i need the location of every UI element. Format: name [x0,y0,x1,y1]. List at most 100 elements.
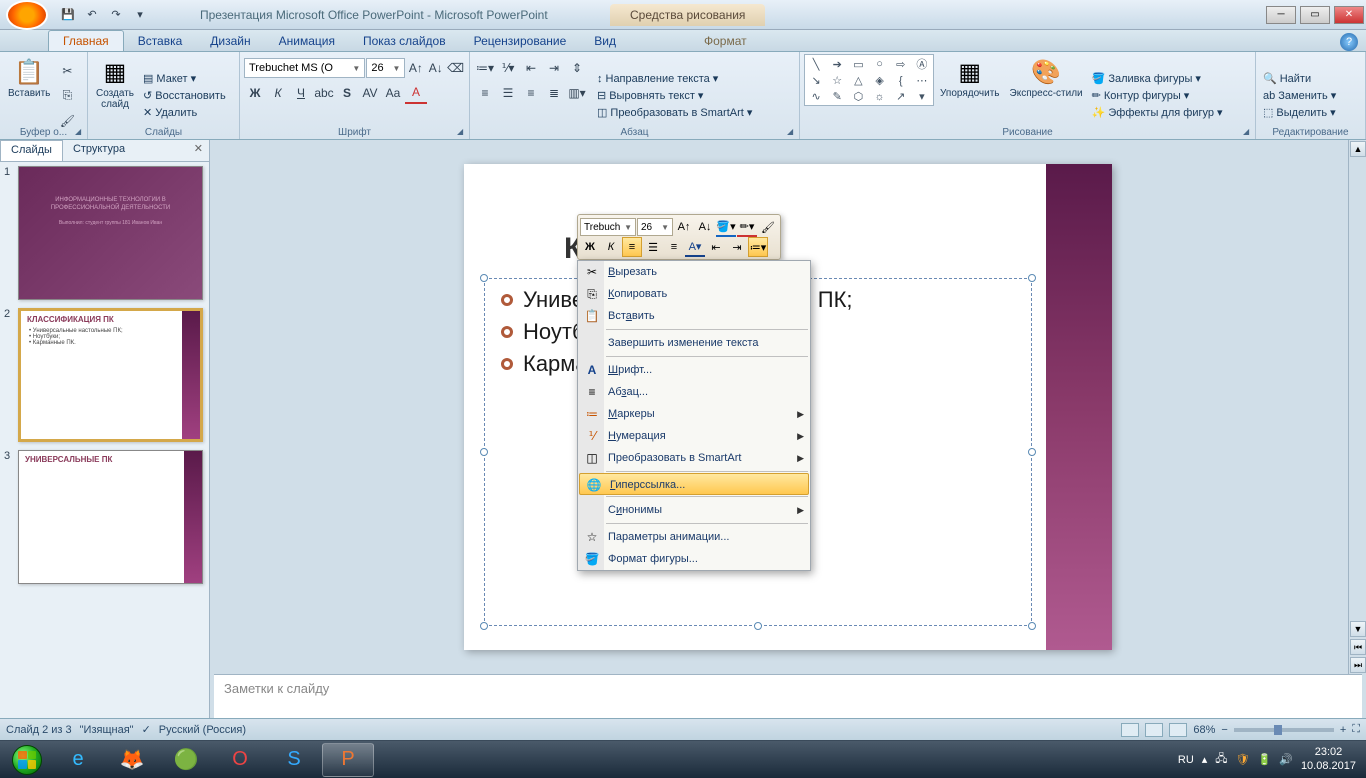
zoom-level[interactable]: 68% [1193,724,1215,736]
menu-animation[interactable]: ☆Параметры анимации... [578,526,810,548]
shape-hexagon-icon[interactable]: ⬡ [848,89,868,104]
resize-handle[interactable] [1028,274,1036,282]
mini-italic-button[interactable]: К [601,237,621,257]
delete-slide-button[interactable]: ✕Удалить [140,105,229,120]
shape-callout-icon[interactable]: ◈ [869,73,889,88]
menu-format-shape[interactable]: 🪣Формат фигуры... [578,548,810,570]
menu-end-edit[interactable]: Завершить изменение текста [578,332,810,354]
start-button[interactable] [4,743,50,777]
align-left-icon[interactable]: ≡ [474,82,496,104]
reset-button[interactable]: ↺Восстановить [140,88,229,103]
mini-fill-icon[interactable]: 🪣▾ [716,217,736,237]
menu-paragraph[interactable]: ≡Абзац... [578,381,810,403]
office-button[interactable] [6,0,48,30]
italic-button[interactable]: К [267,82,289,104]
dialog-launcher-icon[interactable]: ◢ [787,127,797,137]
tray-flag-icon[interactable]: ▴ [1202,753,1208,766]
taskbar-opera[interactable]: O [214,743,266,777]
tab-slideshow[interactable]: Показ слайдов [349,31,460,51]
bold-button[interactable]: Ж [244,82,266,104]
next-slide-icon[interactable]: ⏭ [1350,657,1366,673]
menu-cut[interactable]: ✂Вырезать [578,261,810,283]
shape-rect-icon[interactable]: ▭ [848,56,868,72]
align-center-icon[interactable]: ☰ [497,82,519,104]
dialog-launcher-icon[interactable]: ◢ [457,127,467,137]
clear-format-icon[interactable]: ⌫ [446,57,465,79]
cut-icon[interactable]: ✂ [56,60,78,82]
zoom-slider[interactable] [1234,728,1334,732]
vertical-scrollbar[interactable]: ▲ ▼ ⏮ ⏭ [1348,140,1366,674]
font-size-combo[interactable]: 26▼ [366,58,405,78]
prev-slide-icon[interactable]: ⏮ [1350,639,1366,655]
char-spacing-icon[interactable]: AV [359,82,381,104]
taskbar-ie[interactable]: e [52,743,104,777]
layout-button[interactable]: ▤Макет ▾ [140,71,229,86]
replace-button[interactable]: abЗаменить ▾ [1260,88,1361,103]
line-spacing-icon[interactable]: ⇕ [566,57,588,79]
thumbnail-3[interactable]: УНИВЕРСАЛЬНЫЕ ПК [18,450,203,584]
taskbar-skype[interactable]: S [268,743,320,777]
mini-decrease-indent-icon[interactable]: ⇤ [706,237,726,257]
thumbnail-2[interactable]: КЛАССИФИКАЦИЯ ПК • Универсальные настоль… [18,308,203,442]
shape-textbox-icon[interactable]: Ⓐ [912,56,932,72]
slide-canvas[interactable]: КИЯ ПК Универсальные настольные ПК; Ноут… [210,140,1366,674]
dialog-launcher-icon[interactable]: ◢ [75,127,85,137]
shape-freeform-icon[interactable]: ✎ [827,89,847,104]
shape-oval-icon[interactable]: ○ [869,56,889,72]
notes-pane[interactable]: Заметки к слайду [214,674,1362,718]
menu-font[interactable]: AШрифт... [578,359,810,381]
shape-sun-icon[interactable]: ☼ [869,89,889,104]
shape-more-icon[interactable]: ⋯ [912,73,932,88]
shape-fill-button[interactable]: 🪣Заливка фигуры ▾ [1089,71,1226,86]
status-language[interactable]: Русский (Россия) [159,724,246,736]
undo-icon[interactable]: ↶ [82,5,102,25]
mini-align-left-icon[interactable]: ≡ [622,237,642,257]
tray-volume-icon[interactable]: 🔊 [1279,753,1293,766]
align-text-button[interactable]: ⊟Выровнять текст ▾ [594,88,755,103]
numbering-icon[interactable]: ⅟▾ [497,57,519,79]
shape-star-icon[interactable]: ☆ [827,73,847,88]
shape-line-icon[interactable]: ╲ [806,56,826,72]
panel-tab-slides[interactable]: Слайды [0,140,63,161]
increase-indent-icon[interactable]: ⇥ [543,57,565,79]
decrease-font-icon[interactable]: A↓ [426,57,445,79]
save-icon[interactable]: 💾 [58,5,78,25]
convert-smartart-button[interactable]: ◫Преобразовать в SmartArt ▾ [594,105,755,120]
menu-paste[interactable]: 📋Вставить [578,305,810,327]
scroll-up-icon[interactable]: ▲ [1350,141,1366,157]
shape-arrow2-icon[interactable]: ⇨ [891,56,911,72]
font-name-combo[interactable]: Trebuchet MS (О▼ [244,58,365,78]
sorter-view-button[interactable] [1145,723,1163,737]
bullets-icon[interactable]: ≔▾ [474,57,496,79]
arrange-button[interactable]: ▦ Упорядочить [936,54,1004,137]
menu-hyperlink[interactable]: 🌐Гиперссылка... [579,473,809,495]
panel-tab-outline[interactable]: Структура [63,140,135,161]
redo-icon[interactable]: ↷ [106,5,126,25]
decrease-indent-icon[interactable]: ⇤ [520,57,542,79]
shape-arrow-icon[interactable]: ➔ [827,56,847,72]
thumbnail-1[interactable]: ИНФОРМАЦИОННЫЕ ТЕХНОЛОГИИ В ПРОФЕССИОНАЛ… [18,166,203,300]
zoom-in-icon[interactable]: + [1340,724,1346,736]
dialog-launcher-icon[interactable]: ◢ [1243,127,1253,137]
slideshow-view-button[interactable] [1169,723,1187,737]
font-color-icon[interactable]: A [405,82,427,104]
menu-synonyms[interactable]: Синонимы▶ [578,499,810,521]
quick-styles-button[interactable]: 🎨 Экспресс-стили [1006,54,1087,137]
tray-shield-icon[interactable]: 🛡 [1236,753,1250,766]
shape-dropdown-icon[interactable]: ▾ [912,89,932,104]
tray-lang[interactable]: RU [1178,754,1194,766]
text-direction-button[interactable]: ↕Направление текста ▾ [594,71,755,86]
paste-button[interactable]: 📋 Вставить [4,54,54,137]
columns-icon[interactable]: ▥▾ [566,82,588,104]
mini-font-color-icon[interactable]: A▾ [685,237,705,257]
menu-smartart[interactable]: ◫Преобразовать в SmartArt▶ [578,447,810,469]
taskbar-chrome[interactable]: 🟢 [160,743,212,777]
normal-view-button[interactable] [1121,723,1139,737]
shape-curve-icon[interactable]: ∿ [806,89,826,104]
find-button[interactable]: 🔍Найти [1260,71,1361,86]
tab-review[interactable]: Рецензирование [460,31,581,51]
format-painter-icon[interactable]: 🖌 [758,217,778,237]
resize-handle[interactable] [480,448,488,456]
mini-bold-button[interactable]: Ж [580,237,600,257]
tab-home[interactable]: Главная [48,30,124,51]
